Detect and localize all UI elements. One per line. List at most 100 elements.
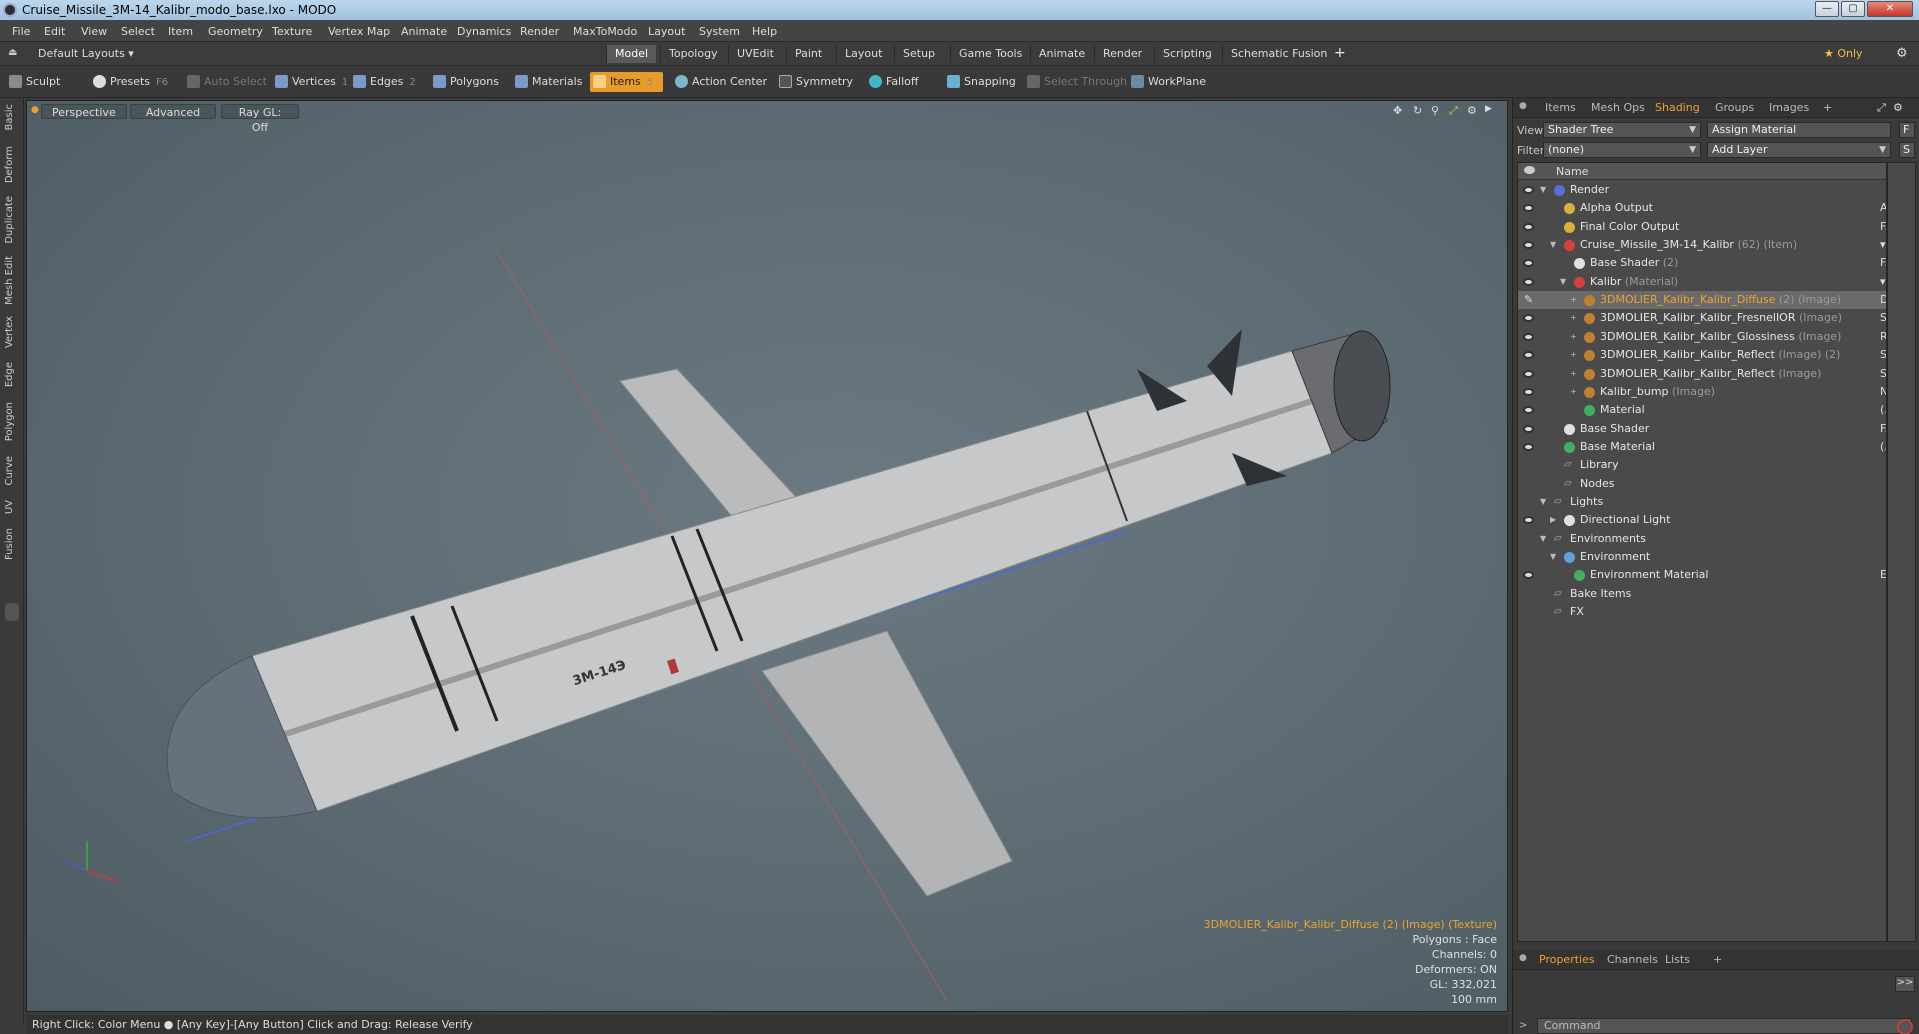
polygons-button[interactable]: Polygons <box>430 72 499 92</box>
s-button[interactable]: S <box>1899 142 1915 158</box>
tree-row[interactable]: ▱ Nodes <box>1518 475 1886 493</box>
sculpt-button[interactable]: Sculpt <box>6 72 60 92</box>
menu-edit[interactable]: Edit <box>44 25 65 38</box>
expand-toggle-icon[interactable]: ▼ <box>1550 548 1556 566</box>
expand-toggle-icon[interactable]: + <box>1570 365 1577 383</box>
panel-expand-icon[interactable]: ⤢ <box>1877 101 1886 115</box>
only-toggle[interactable]: ★ Only <box>1824 47 1863 60</box>
tab-render[interactable]: Render <box>1094 45 1150 63</box>
menu-item[interactable]: Item <box>168 25 193 38</box>
raygl-button[interactable]: Ray GL: Off <box>221 104 299 134</box>
eye-icon[interactable] <box>1523 241 1534 250</box>
tool-palette-toggle[interactable] <box>5 603 19 621</box>
menu-maxtomodo[interactable]: MaxToModo <box>573 25 637 38</box>
materials-button[interactable]: Materials <box>512 72 582 92</box>
workplane-button[interactable]: WorkPlane <box>1128 72 1206 92</box>
eye-icon[interactable] <box>1523 314 1534 323</box>
tree-row[interactable]: ▼ Cruise_Missile_3M-14_Kalibr (62) (Item)… <box>1518 236 1886 254</box>
viewport-more-icon[interactable]: ▶ <box>1485 104 1492 114</box>
tree-row[interactable]: ▼ Environment <box>1518 548 1886 566</box>
viewport-settings-icon[interactable]: ⚙ <box>1467 104 1477 117</box>
eye-icon[interactable] <box>1523 204 1534 213</box>
menu-animate[interactable]: Animate <box>401 25 447 38</box>
menu-dynamics[interactable]: Dynamics <box>457 25 511 38</box>
vtab-polygon[interactable]: Polygon <box>4 402 20 441</box>
add-layer-dropdown[interactable]: Add Layer ▼ <box>1707 142 1891 158</box>
tab-mesh-ops[interactable]: Mesh Ops <box>1591 101 1645 114</box>
tree-row[interactable]: ▼ Render <box>1518 181 1886 199</box>
tree-row[interactable]: ▱ Library <box>1518 456 1886 474</box>
zoom-icon[interactable]: ⚲ <box>1431 104 1439 117</box>
view-dropdown[interactable]: Shader Tree ▼ <box>1543 122 1701 138</box>
tab-items[interactable]: Items <box>1545 101 1576 114</box>
menu-help[interactable]: Help <box>752 25 777 38</box>
default-layouts-dropdown[interactable]: Default Layouts ▾ <box>38 47 134 60</box>
eye-icon[interactable] <box>1523 351 1534 360</box>
close-button[interactable]: ✕ <box>1867 1 1913 17</box>
tree-row[interactable]: Base Shader (2) F... <box>1518 254 1886 272</box>
pan-icon[interactable]: ✥ <box>1393 104 1402 117</box>
tree-row[interactable]: +3DMOLIER_Kalibr_Kalibr_Reflect (Image) … <box>1518 346 1886 364</box>
eye-icon[interactable] <box>1523 369 1534 378</box>
eye-icon[interactable] <box>1523 222 1534 231</box>
f-button[interactable]: F <box>1899 122 1915 138</box>
eye-icon[interactable] <box>1523 332 1534 341</box>
expand-toggle-icon[interactable]: + <box>1570 309 1577 327</box>
select-through-button[interactable]: Select Through <box>1024 72 1127 92</box>
tree-row[interactable]: ▼ Kalibr (Material) ▾ <box>1518 273 1886 291</box>
visibility-header-icon[interactable] <box>1524 166 1535 174</box>
menu-geometry[interactable]: Geometry <box>208 25 263 38</box>
vtab-mesh-edit[interactable]: Mesh Edit <box>4 256 20 305</box>
eye-icon[interactable] <box>1523 406 1534 415</box>
eye-icon[interactable] <box>1523 387 1534 396</box>
vtab-fusion[interactable]: Fusion <box>4 528 20 560</box>
vtab-edge[interactable]: Edge <box>4 362 20 387</box>
tab-uvedit[interactable]: UVEdit <box>728 45 782 63</box>
tree-row[interactable]: ▱ Bake Items <box>1518 585 1886 603</box>
add-tab-button[interactable]: + <box>1334 45 1346 61</box>
falloff-button[interactable]: Falloff <box>866 72 918 92</box>
expand-toggle-icon[interactable]: + <box>1570 346 1577 364</box>
3d-viewport[interactable]: 3M-14Э ● Perspective Advanced Ray GL: Of… <box>26 100 1508 1012</box>
command-input[interactable]: Command <box>1537 1018 1912 1034</box>
tree-row[interactable]: +3DMOLIER_Kalibr_Kalibr_Glossiness (Imag… <box>1518 328 1886 346</box>
tree-row[interactable]: ▼ ▱ Lights <box>1518 493 1886 511</box>
gear-icon[interactable]: ⚙ <box>1896 46 1908 61</box>
vtab-curve[interactable]: Curve <box>4 456 20 486</box>
tab-setup[interactable]: Setup <box>894 45 943 63</box>
menu-select[interactable]: Select <box>121 25 155 38</box>
tab-scripting[interactable]: Scripting <box>1154 45 1220 63</box>
tab-animate[interactable]: Animate <box>1030 45 1093 63</box>
shader-tree[interactable]: Name ▼ Render Alpha Output A... Final Color … <box>1517 162 1887 942</box>
menu-vertex-map[interactable]: Vertex Map <box>328 25 390 38</box>
viewport-menu-dot-icon[interactable]: ● <box>31 105 39 115</box>
tree-row[interactable]: ✎ +3DMOLIER_Kalibr_Kalibr_Diffuse (2) (Im… <box>1518 291 1886 310</box>
vtab-uv[interactable]: UV <box>4 500 20 514</box>
vtab-basic[interactable]: Basic <box>4 104 20 130</box>
tab-model[interactable]: Model <box>606 45 657 63</box>
tree-row[interactable]: Environment Material E... <box>1518 566 1886 584</box>
expand-toggle-icon[interactable]: + <box>1570 383 1577 401</box>
shading-mode-button[interactable]: Advanced <box>130 104 216 119</box>
tab-shading[interactable]: Shading <box>1655 101 1700 114</box>
vtab-deform[interactable]: Deform <box>4 146 20 183</box>
add-properties-tab-button[interactable]: + <box>1713 953 1722 966</box>
eye-icon[interactable] <box>1523 442 1534 451</box>
auto-select-button[interactable]: Auto Select <box>184 72 267 92</box>
vtab-vertex[interactable]: Vertex <box>4 316 20 348</box>
tree-row[interactable]: Material (... <box>1518 401 1886 419</box>
expand-toggle-icon[interactable]: ▼ <box>1550 236 1556 254</box>
expand-toggle-icon[interactable]: + <box>1570 328 1577 346</box>
vtab-duplicate[interactable]: Duplicate <box>4 196 20 244</box>
tree-row[interactable]: ▱ FX <box>1518 603 1886 621</box>
eye-icon[interactable] <box>1523 277 1534 286</box>
rotate-icon[interactable]: ↻ <box>1413 104 1422 117</box>
record-icon[interactable] <box>1897 1019 1913 1034</box>
tab-game-tools[interactable]: Game Tools <box>950 45 1030 63</box>
snapping-button[interactable]: Snapping <box>944 72 1016 92</box>
items-button[interactable]: Items 5 <box>590 72 664 92</box>
name-column-header[interactable]: Name <box>1556 165 1588 178</box>
expand-toggle-icon[interactable]: ▼ <box>1540 493 1546 511</box>
eye-icon[interactable] <box>1523 571 1534 580</box>
tab-topology[interactable]: Topology <box>660 45 726 63</box>
